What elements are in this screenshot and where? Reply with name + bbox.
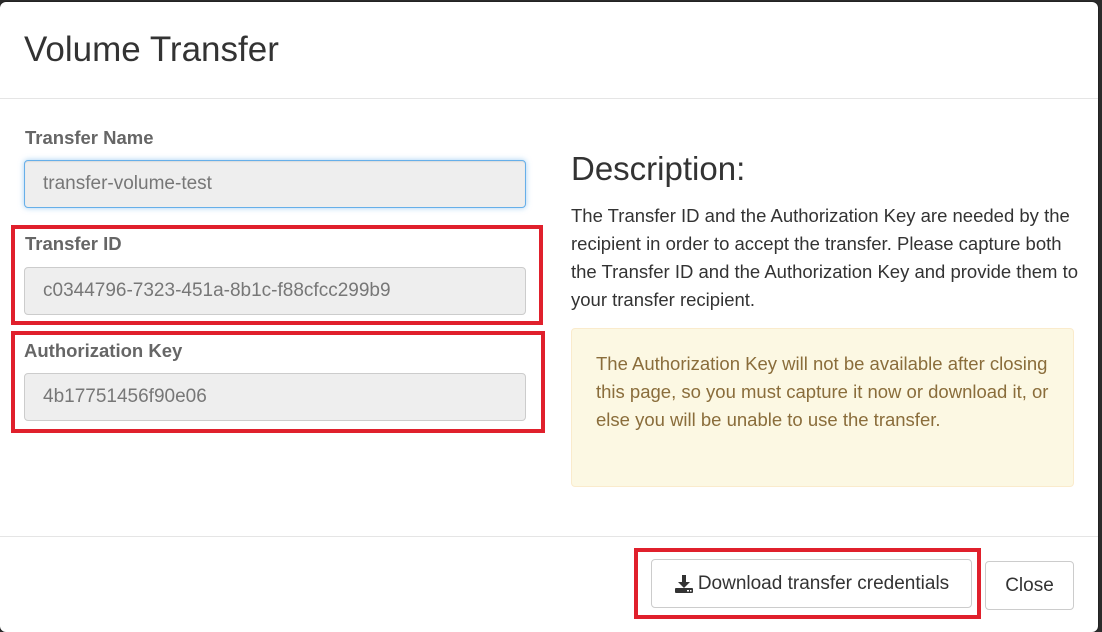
download-icon <box>674 574 694 594</box>
transfer-id-label: Transfer ID <box>25 233 122 254</box>
modal-header: Volume Transfer <box>0 2 1098 99</box>
close-button[interactable]: Close <box>985 561 1074 610</box>
transfer-name-label: Transfer Name <box>25 127 154 148</box>
authorization-key-label: Authorization Key <box>24 340 183 361</box>
transfer-id-input[interactable] <box>24 267 526 315</box>
warning-text: The Authorization Key will not be availa… <box>596 353 1049 430</box>
authorization-key-input[interactable] <box>24 373 526 421</box>
description-title: Description: <box>571 150 746 187</box>
download-credentials-button[interactable]: Download transfer credentials <box>651 559 972 608</box>
warning-alert: The Authorization Key will not be availa… <box>571 328 1074 487</box>
description-text: The Transfer ID and the Authorization Ke… <box>571 205 1078 310</box>
transfer-name-input[interactable] <box>24 160 526 208</box>
volume-transfer-modal: Volume Transfer Transfer Name Transfer I… <box>0 2 1098 632</box>
download-button-label: Download transfer credentials <box>697 572 950 594</box>
modal-title: Volume Transfer <box>24 30 279 69</box>
